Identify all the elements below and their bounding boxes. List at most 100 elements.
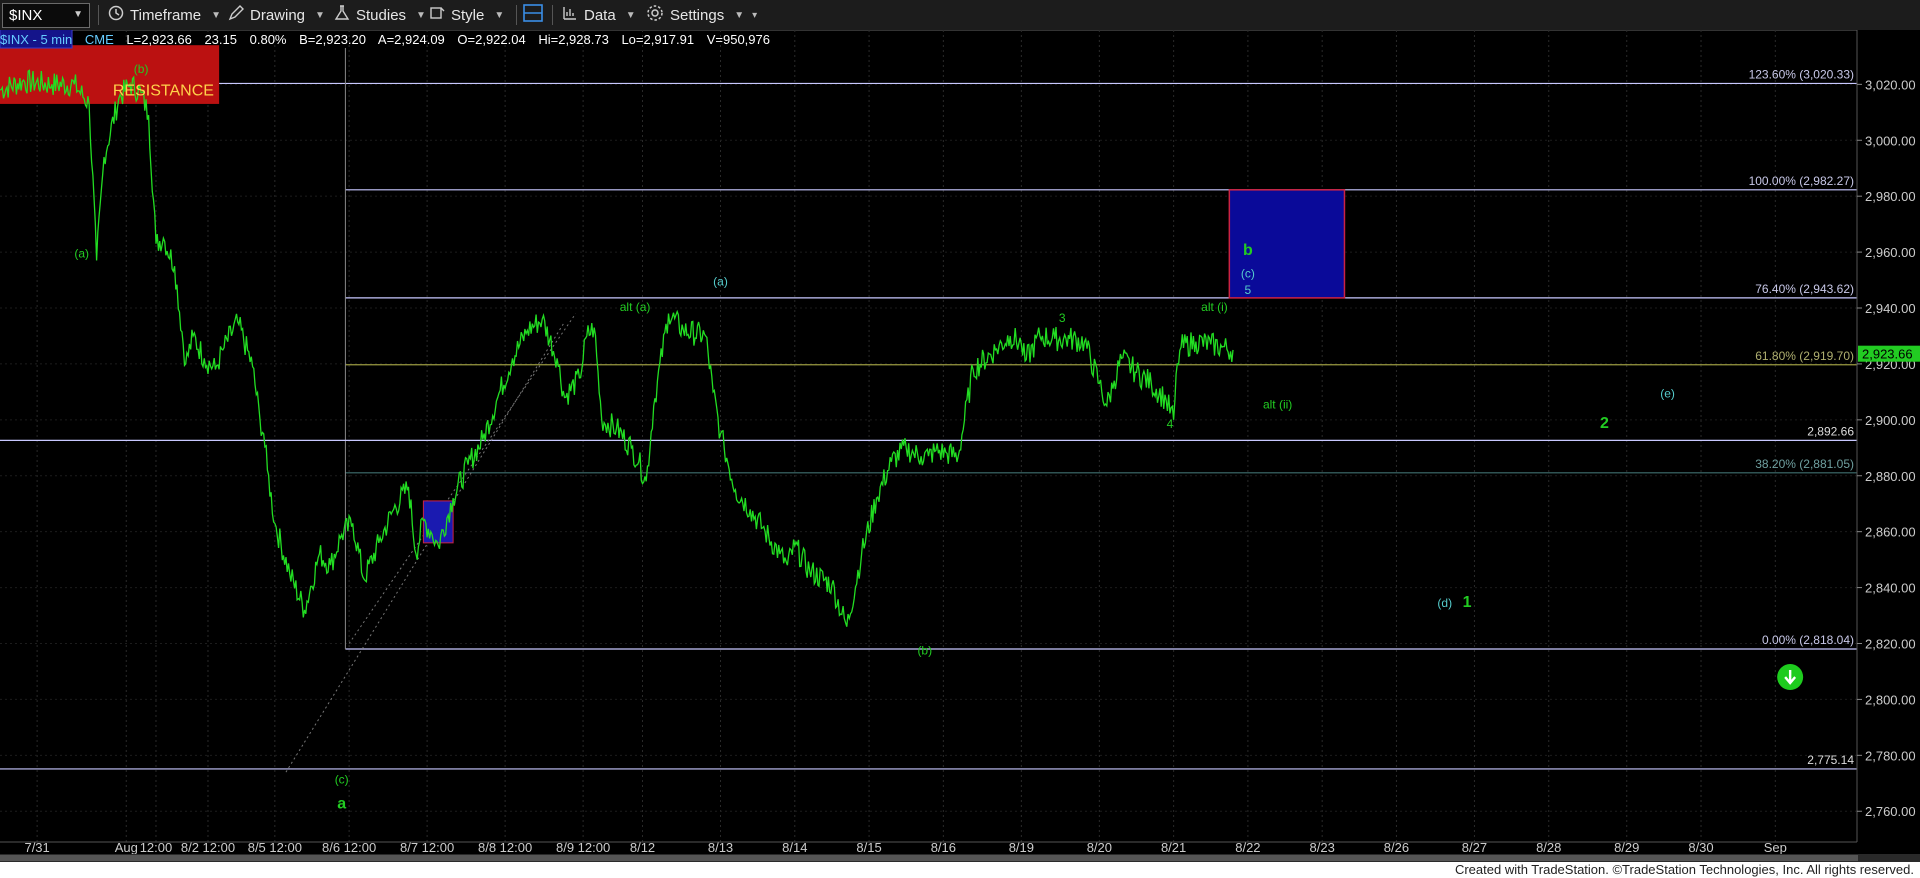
time-tick-label: 8/23 bbox=[1310, 840, 1335, 854]
wave-label: RESISTANCE bbox=[113, 83, 214, 100]
wave-label: (e) bbox=[1660, 386, 1675, 400]
gear-icon bbox=[646, 4, 664, 26]
data-icon bbox=[562, 5, 578, 25]
time-tick-label: 8/6 12:00 bbox=[322, 840, 376, 854]
clock-icon bbox=[108, 5, 124, 25]
studies-menu[interactable]: Studies ▼ bbox=[334, 3, 426, 27]
toolbar-divider bbox=[552, 5, 553, 25]
wave-label: alt (i) bbox=[1201, 300, 1228, 314]
pct-change: 0.80% bbox=[249, 32, 287, 47]
price-tick-label: 3,000.00 bbox=[1865, 133, 1916, 148]
timeframe-menu[interactable]: Timeframe ▼ bbox=[108, 3, 221, 27]
price-tick-label: 2,960.00 bbox=[1865, 245, 1916, 260]
data-menu[interactable]: Data ▼ bbox=[562, 3, 636, 27]
time-tick-label: 8/28 bbox=[1536, 840, 1561, 854]
time-tick-label: 8/27 bbox=[1462, 840, 1487, 854]
time-tick-label: 8/16 bbox=[931, 840, 956, 854]
fib-level-label: 100.00% (2,982.27) bbox=[1749, 174, 1854, 188]
wave-label: 3 bbox=[1059, 311, 1066, 325]
price-tick-label: 2,780.00 bbox=[1865, 748, 1916, 763]
time-tick-label: 8/30 bbox=[1688, 840, 1713, 854]
trend-line bbox=[348, 313, 577, 644]
quote-info-bar: $INX - 5 min CME L=2,923.66 23.15 0.80% … bbox=[0, 32, 779, 48]
volume: V=950,976 bbox=[706, 32, 770, 47]
drawing-menu[interactable]: Drawing ▼ bbox=[228, 3, 325, 27]
time-tick-label: 8/2 12:00 bbox=[181, 840, 235, 854]
time-tick-label: 12:00 bbox=[140, 840, 173, 854]
wave-label: 2 bbox=[1600, 415, 1609, 432]
price-chart[interactable]: 123.60% (3,020.33) 100.00% (2,982.27) 76.4… bbox=[0, 30, 1920, 854]
settings-menu[interactable]: Settings ▼ ▾ bbox=[646, 3, 757, 27]
time-tick-label: Sep bbox=[1764, 840, 1787, 854]
price-tick-label: 2,880.00 bbox=[1865, 469, 1916, 484]
copyright-text: Created with TradeStation. ©TradeStation… bbox=[1454, 862, 1914, 877]
toolbar-divider bbox=[516, 5, 517, 25]
price-tick-label: 2,760.00 bbox=[1865, 804, 1916, 819]
price-series bbox=[0, 69, 1234, 627]
horizontal-level-label: 2,775.14 bbox=[1807, 753, 1854, 767]
horizontal-level-label: 2,892.66 bbox=[1807, 424, 1854, 438]
horizontal-scrollbar[interactable] bbox=[0, 854, 1920, 862]
wave-label: 4 bbox=[1167, 417, 1174, 431]
pencil-icon bbox=[228, 5, 244, 25]
time-tick-label: 8/12 bbox=[630, 840, 655, 854]
symbol-interval: $INX - 5 min bbox=[0, 32, 73, 47]
wave-label: 1 bbox=[1463, 594, 1472, 611]
layout-button[interactable] bbox=[522, 3, 550, 27]
net-change: 23.15 bbox=[204, 32, 237, 47]
style-icon bbox=[429, 5, 445, 25]
footer: Created with TradeStation. ©TradeStation… bbox=[0, 862, 1920, 878]
data-label: Data bbox=[584, 6, 616, 24]
last-price-label: 2,923.66 bbox=[1862, 347, 1913, 362]
price-tick-label: 2,800.00 bbox=[1865, 692, 1916, 707]
time-tick-label: 8/26 bbox=[1384, 840, 1409, 854]
chart-grid bbox=[0, 30, 1857, 842]
scrollbar-thumb[interactable] bbox=[0, 855, 1858, 861]
price-tick-label: 2,840.00 bbox=[1865, 581, 1916, 596]
chevron-down-icon: ▼ bbox=[73, 9, 83, 20]
wave-label: (d) bbox=[1437, 596, 1452, 610]
fib-level-label: 0.00% (2,818.04) bbox=[1762, 633, 1854, 647]
time-tick-label: 8/29 bbox=[1614, 840, 1639, 854]
price-tick-label: 2,900.00 bbox=[1865, 413, 1916, 428]
time-tick-label: 7/31 bbox=[24, 840, 49, 854]
fib-level-label: 61.80% (2,919.70) bbox=[1755, 349, 1854, 363]
time-tick-label: 8/7 12:00 bbox=[400, 840, 454, 854]
wave-labels: RESISTANCE (a) (b) (c) a alt (a) (a) (b) 3 4 alt (… bbox=[74, 62, 1804, 812]
time-tick-label: Aug bbox=[115, 840, 138, 854]
wave-label: a bbox=[337, 795, 346, 812]
drawing-label: Drawing bbox=[250, 6, 306, 24]
exchange: CME bbox=[84, 32, 114, 47]
price-axis-bg bbox=[1857, 30, 1920, 854]
studies-label: Studies bbox=[356, 6, 407, 24]
time-tick-label: 8/22 bbox=[1235, 840, 1260, 854]
price-axis[interactable]: 2,760.00 2,780.00 2,800.00 2,820.00 2,840.00… bbox=[1856, 30, 1920, 854]
fib-level-label: 76.40% (2,943.62) bbox=[1755, 282, 1854, 296]
time-tick-label: 8/8 12:00 bbox=[478, 840, 532, 854]
chevron-down-icon: ▼ bbox=[734, 9, 745, 21]
timeframe-label: Timeframe bbox=[130, 6, 202, 24]
price-tick-label: 2,980.00 bbox=[1865, 189, 1916, 204]
wave-label: (a) bbox=[713, 275, 728, 289]
style-menu[interactable]: Style ▼ bbox=[429, 3, 504, 27]
time-tick-label: 8/9 12:00 bbox=[556, 840, 610, 854]
toolbar-divider bbox=[98, 5, 99, 25]
time-tick-label: 8/5 12:00 bbox=[248, 840, 302, 854]
bid-price: B=2,923.20 bbox=[299, 32, 366, 47]
wave-label: (c) bbox=[335, 772, 349, 786]
price-line bbox=[0, 69, 1234, 627]
time-tick-label: 8/13 bbox=[708, 840, 733, 854]
chevron-down-icon: ▼ bbox=[494, 9, 505, 21]
wave-label: (c) bbox=[1241, 266, 1255, 280]
level-lines: 123.60% (3,020.33) 100.00% (2,982.27) 76.4… bbox=[0, 48, 1857, 773]
time-tick-label: 8/20 bbox=[1087, 840, 1112, 854]
symbol-selector[interactable]: $INX ▼ bbox=[2, 3, 90, 28]
wave-label: (a) bbox=[74, 247, 89, 261]
fib-level-label: 38.20% (2,881.05) bbox=[1755, 457, 1854, 471]
time-axis[interactable]: 7/31 Aug 12:00 8/2 12:00 8/5 12:00 8/6 12:00 8… bbox=[0, 840, 1857, 854]
wave-label: alt (a) bbox=[620, 300, 651, 314]
time-tick-label: 8/14 bbox=[782, 840, 807, 854]
style-label: Style bbox=[451, 6, 485, 24]
chevron-down-icon: ▼ bbox=[625, 9, 636, 21]
overflow-icon: ▾ bbox=[752, 9, 758, 21]
